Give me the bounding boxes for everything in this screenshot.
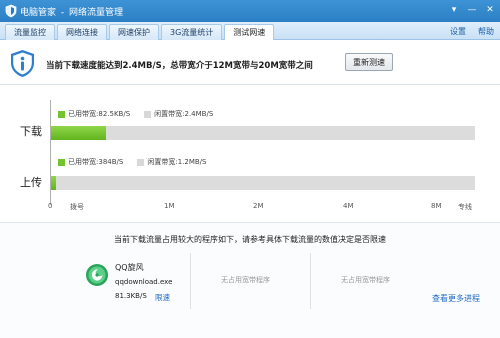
minimize-button[interactable]: —: [464, 3, 480, 17]
upload-bar-track: [51, 176, 475, 190]
app-name: 电脑管家: [20, 8, 57, 18]
upload-idle-label: 闲置带宽:: [147, 158, 178, 166]
upload-legend: 已用带宽: 384B/S 闲置带宽: 1.2MB/S: [58, 157, 206, 167]
empty-program-slot: 无占用宽带程序: [341, 276, 390, 284]
slot-divider: [310, 253, 311, 309]
tab-bar: 流量监控 网络连接 网速保护 3G流量统计 测试网速 设置 帮助: [0, 22, 500, 40]
download-used-label: 已用带宽:: [68, 110, 99, 118]
programs-hint: 当前下载流量占用较大的程序如下，请参考具体下载流量的数值决定是否限速: [114, 235, 386, 244]
help-link[interactable]: 帮助: [478, 26, 494, 37]
tick-label: 0: [48, 202, 53, 210]
upload-bar-fill: [51, 176, 57, 190]
upload-row-label: 上传: [20, 176, 42, 189]
top-programs-panel: 当前下载流量占用较大的程序如下，请参考具体下载流量的数值决定是否限速 QQ旋风 …: [0, 222, 500, 338]
speed-result-text: 当前下载速度能达到2.4MB/S，总带宽介于12M宽带与20M宽带之间: [46, 61, 313, 71]
tab-traffic-monitor[interactable]: 流量监控: [5, 24, 55, 40]
module-name: 网络流量管理: [69, 8, 124, 18]
upload-idle-value: 1.2MB/S: [177, 158, 207, 166]
upload-used-label: 已用带宽:: [68, 158, 99, 166]
tab-speed-test[interactable]: 测试网速: [224, 24, 275, 40]
download-bar-track: [51, 126, 475, 140]
info-shield-icon: [11, 50, 34, 77]
used-swatch: [58, 158, 65, 166]
window-title: 电脑管家 - 网络流量管理: [20, 5, 123, 18]
bandwidth-chart: 已用带宽: 82.5KB/S 闲置带宽: 2.4MB/S 下载 已用带宽: 38…: [0, 86, 500, 215]
tick-label: 2M: [253, 202, 264, 210]
tick-label: 4M: [343, 202, 354, 210]
download-idle-label: 闲置带宽:: [154, 110, 185, 118]
tick-label: 拨号: [70, 203, 84, 211]
tabbar-links: 设置 帮助: [450, 26, 494, 37]
tab-list: 流量监控 网络连接 网速保护 3G流量统计 测试网速: [5, 24, 276, 40]
tab-speed-protection[interactable]: 网速保护: [109, 24, 159, 40]
slot-divider: [190, 253, 191, 309]
tab-network-connections[interactable]: 网络连接: [57, 24, 107, 40]
settings-link[interactable]: 设置: [450, 26, 466, 37]
upload-used-value: 384B/S: [98, 158, 124, 166]
program-speed: 81.3KB/S: [115, 292, 147, 300]
title-separator: -: [60, 8, 65, 18]
result-banner: 当前下载速度能达到2.4MB/S，总带宽介于12M宽带与20M宽带之间 重新测速: [0, 41, 500, 85]
limit-speed-link[interactable]: 限速: [155, 292, 170, 303]
empty-program-slot: 无占用宽带程序: [221, 276, 270, 284]
x-axis-ticks: 0 拨号 1M 2M 4M 8M 专线: [0, 202, 500, 214]
tab-3g-statistics[interactable]: 3G流量统计: [161, 24, 223, 40]
retest-button[interactable]: 重新测速: [345, 53, 393, 71]
tick-label: 专线: [458, 203, 472, 211]
idle-swatch: [144, 110, 152, 118]
menu-dropdown-button[interactable]: ▾: [446, 3, 462, 17]
used-swatch: [58, 110, 65, 118]
shield-logo-icon: [5, 4, 17, 18]
program-name: QQ旋风: [115, 263, 144, 272]
download-idle-value: 2.4MB/S: [184, 110, 214, 118]
download-row-label: 下载: [20, 125, 42, 138]
idle-swatch: [137, 158, 145, 166]
view-more-processes-link[interactable]: 查看更多进程: [432, 293, 480, 304]
tick-label: 8M: [431, 202, 442, 210]
window-controls: ▾ — ✕: [446, 3, 498, 17]
download-bar-fill: [51, 126, 107, 140]
download-used-value: 82.5KB/S: [98, 110, 131, 118]
close-button[interactable]: ✕: [482, 3, 498, 17]
title-bar: 电脑管家 - 网络流量管理 ▾ — ✕: [0, 0, 500, 22]
tick-label: 1M: [164, 202, 175, 210]
download-legend: 已用带宽: 82.5KB/S 闲置带宽: 2.4MB/S: [58, 109, 213, 119]
qqxuanfeng-icon: [86, 264, 108, 286]
program-exe: qqdownload.exe: [115, 278, 173, 286]
program-item: QQ旋风 qqdownload.exe 81.3KB/S 限速: [85, 253, 188, 309]
